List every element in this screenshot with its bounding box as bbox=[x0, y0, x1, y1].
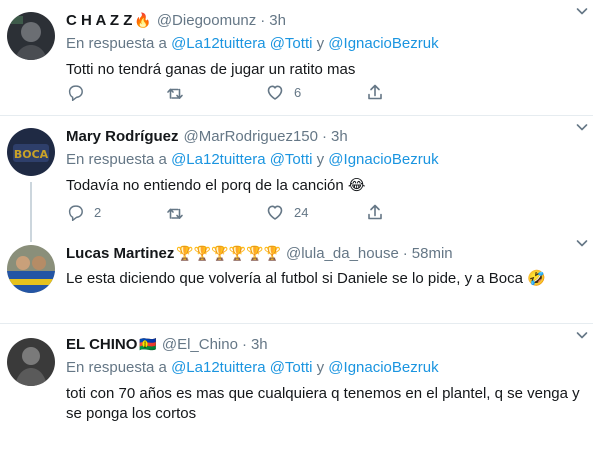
reply-and: y bbox=[316, 359, 325, 376]
reply-count: 2 bbox=[94, 204, 102, 220]
separator: · bbox=[241, 335, 247, 353]
timestamp[interactable]: 58min bbox=[412, 245, 453, 262]
avatar[interactable]: BOCA bbox=[7, 128, 55, 176]
reply-icon bbox=[68, 85, 83, 101]
tweet[interactable]: C H A Z Z 🔥 @Diegoomunz · 3h En respuest… bbox=[0, 0, 593, 116]
mention-link[interactable]: @IgnacioBezruk bbox=[328, 35, 438, 52]
separator: · bbox=[321, 127, 327, 145]
separator: · bbox=[260, 11, 266, 29]
tweet-header: C H A Z Z 🔥 @Diegoomunz · 3h bbox=[66, 10, 583, 30]
tweet-text-line: toti con 70 años es mas que cualquiera q… bbox=[66, 385, 580, 402]
reply-button[interactable] bbox=[66, 82, 166, 102]
trophy-emojis: 🏆🏆🏆🏆🏆🏆 bbox=[176, 244, 281, 261]
reply-context: En respuesta a @La12tuittera @Totti y @I… bbox=[66, 34, 583, 54]
reply-prefix: En respuesta a bbox=[66, 359, 167, 376]
caret-down-icon[interactable] bbox=[575, 120, 589, 134]
share-icon bbox=[368, 84, 382, 100]
mention-link[interactable]: @La12tuittera bbox=[171, 151, 265, 168]
reply-context: En respuesta a @La12tuittera @Totti y @I… bbox=[66, 150, 583, 170]
display-name[interactable]: Mary Rodríguez bbox=[66, 128, 179, 145]
mention-link[interactable]: @Totti bbox=[270, 359, 313, 376]
reply-icon bbox=[68, 205, 83, 221]
timestamp[interactable]: 3h bbox=[251, 336, 268, 353]
user-handle[interactable]: @El_Chino bbox=[162, 336, 238, 353]
like-icon bbox=[267, 205, 283, 220]
caret-down-icon[interactable] bbox=[575, 236, 589, 250]
user-handle[interactable]: @MarRodriguez150 bbox=[184, 128, 318, 145]
tweet-text: Totti no tendrá ganas de jugar un ratito… bbox=[66, 61, 356, 78]
mention-link[interactable]: @La12tuittera bbox=[171, 359, 265, 376]
user-handle[interactable]: @lula_da_house bbox=[286, 245, 399, 262]
mention-link[interactable]: @Totti bbox=[270, 35, 313, 52]
tweet-header: Mary Rodríguez @MarRodriguez150 · 3h bbox=[66, 126, 583, 146]
share-button[interactable] bbox=[366, 202, 406, 222]
mention-link[interactable]: @IgnacioBezruk bbox=[328, 151, 438, 168]
timestamp[interactable]: 3h bbox=[269, 12, 286, 29]
caret-down-icon[interactable] bbox=[575, 4, 589, 18]
display-name[interactable]: EL CHINO bbox=[66, 336, 137, 353]
retweet-button[interactable] bbox=[166, 202, 266, 222]
tweet-text: Le esta diciendo que volvería al futbol … bbox=[66, 270, 546, 287]
mention-link[interactable]: @La12tuittera bbox=[171, 35, 265, 52]
thread-line bbox=[30, 232, 32, 242]
like-count: 24 bbox=[294, 204, 309, 220]
caret-down-icon[interactable] bbox=[575, 328, 589, 342]
tweet-text-line: se ponga los cortos bbox=[66, 405, 197, 422]
tweet-header: EL CHINO 🇳🇨 @El_Chino · 3h bbox=[66, 334, 583, 354]
svg-text:BOCA: BOCA bbox=[14, 148, 49, 161]
reply-button[interactable]: 2 bbox=[66, 202, 166, 222]
retweet-icon bbox=[167, 88, 183, 99]
share-button[interactable] bbox=[366, 82, 406, 102]
reply-prefix: En respuesta a bbox=[66, 35, 167, 52]
tweet-header: Lucas Martinez 🏆🏆🏆🏆🏆🏆 @lula_da_house · 5… bbox=[66, 243, 583, 263]
avatar[interactable] bbox=[7, 338, 55, 386]
reply-prefix: En respuesta a bbox=[66, 151, 167, 168]
like-button[interactable]: 6 bbox=[266, 82, 366, 102]
user-handle[interactable]: @Diegoomunz bbox=[157, 12, 256, 29]
tweet-text: Todavía no entiendo el porq de la canció… bbox=[66, 177, 366, 194]
retweet-icon bbox=[167, 208, 183, 219]
reply-context: En respuesta a @La12tuittera @Totti y @I… bbox=[66, 358, 583, 378]
share-icon bbox=[368, 204, 382, 220]
tweet-actions: 6 bbox=[66, 82, 416, 102]
tweet-actions: 2 24 bbox=[66, 202, 416, 222]
reply-and: y bbox=[316, 151, 325, 168]
display-name[interactable]: Lucas Martinez bbox=[66, 245, 174, 262]
thread-line bbox=[30, 182, 32, 232]
avatar[interactable] bbox=[7, 245, 55, 293]
tweet[interactable]: EL CHINO 🇳🇨 @El_Chino · 3h En respuesta … bbox=[0, 324, 593, 472]
display-name[interactable]: C H A Z Z bbox=[66, 12, 132, 29]
reply-and: y bbox=[316, 35, 325, 52]
like-button[interactable]: 24 bbox=[266, 202, 366, 222]
flag-emoji: 🇳🇨 bbox=[139, 335, 157, 352]
tweet-text: toti con 70 años es mas que cualquiera q… bbox=[66, 384, 583, 424]
tweet[interactable]: Lucas Martinez 🏆🏆🏆🏆🏆🏆 @lula_da_house · 5… bbox=[0, 232, 593, 324]
timestamp[interactable]: 3h bbox=[331, 128, 348, 145]
mention-link[interactable]: @IgnacioBezruk bbox=[328, 359, 438, 376]
tweet[interactable]: BOCA Mary Rodríguez @MarRodriguez150 · 3… bbox=[0, 116, 593, 232]
mention-link[interactable]: @Totti bbox=[270, 151, 313, 168]
fire-emoji: 🔥 bbox=[134, 11, 152, 28]
separator: · bbox=[402, 244, 408, 262]
like-icon bbox=[267, 85, 283, 100]
replies-feed: C H A Z Z 🔥 @Diegoomunz · 3h En respuest… bbox=[0, 0, 593, 472]
avatar[interactable] bbox=[7, 12, 55, 60]
like-count: 6 bbox=[294, 84, 302, 100]
retweet-button[interactable] bbox=[166, 82, 266, 102]
